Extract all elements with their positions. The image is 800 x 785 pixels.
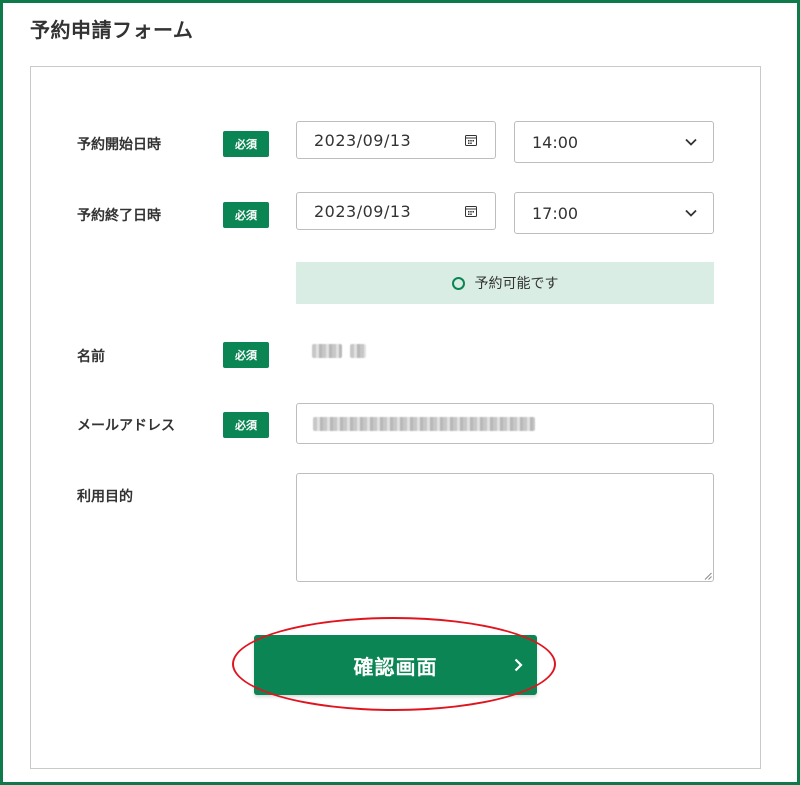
availability-text: 予約可能です [474,276,559,292]
start-date-value: 2023/09/13 [314,130,412,150]
page-title: 予約申請フォーム [30,18,194,42]
email-field[interactable] [296,403,714,444]
redacted-text [312,344,342,358]
calendar-icon[interactable] [465,134,477,146]
chevron-down-icon [685,138,697,146]
email-label: メールアドレス [77,418,175,434]
purpose-label: 利用目的 [77,489,133,505]
confirm-button[interactable]: 確認画面 [254,635,537,695]
end-date-value: 2023/09/13 [314,201,412,221]
chevron-right-icon [514,658,523,672]
chevron-down-icon [685,209,697,217]
name-value-redacted [312,344,366,358]
availability-notice: 予約可能です [296,262,714,304]
redacted-text [313,416,535,431]
purpose-textarea[interactable] [296,473,714,582]
end-date-input[interactable]: 2023/09/13 [296,192,496,230]
name-label: 名前 [77,349,105,365]
calendar-icon[interactable] [465,205,477,217]
end-time-value: 17:00 [532,203,579,223]
redacted-text [350,344,366,358]
start-time-value: 14:00 [532,132,579,152]
required-badge: 必須 [223,412,269,438]
required-badge: 必須 [223,131,269,157]
required-badge: 必須 [223,342,269,368]
end-time-select[interactable]: 17:00 [514,192,714,234]
start-datetime-label: 予約開始日時 [77,137,161,153]
start-time-select[interactable]: 14:00 [514,121,714,163]
circle-icon [451,276,465,290]
resize-handle-icon[interactable] [704,572,712,580]
confirm-button-label: 確認画面 [353,654,438,679]
end-datetime-label: 予約終了日時 [77,208,161,224]
start-date-input[interactable]: 2023/09/13 [296,121,496,159]
required-badge: 必須 [223,202,269,228]
